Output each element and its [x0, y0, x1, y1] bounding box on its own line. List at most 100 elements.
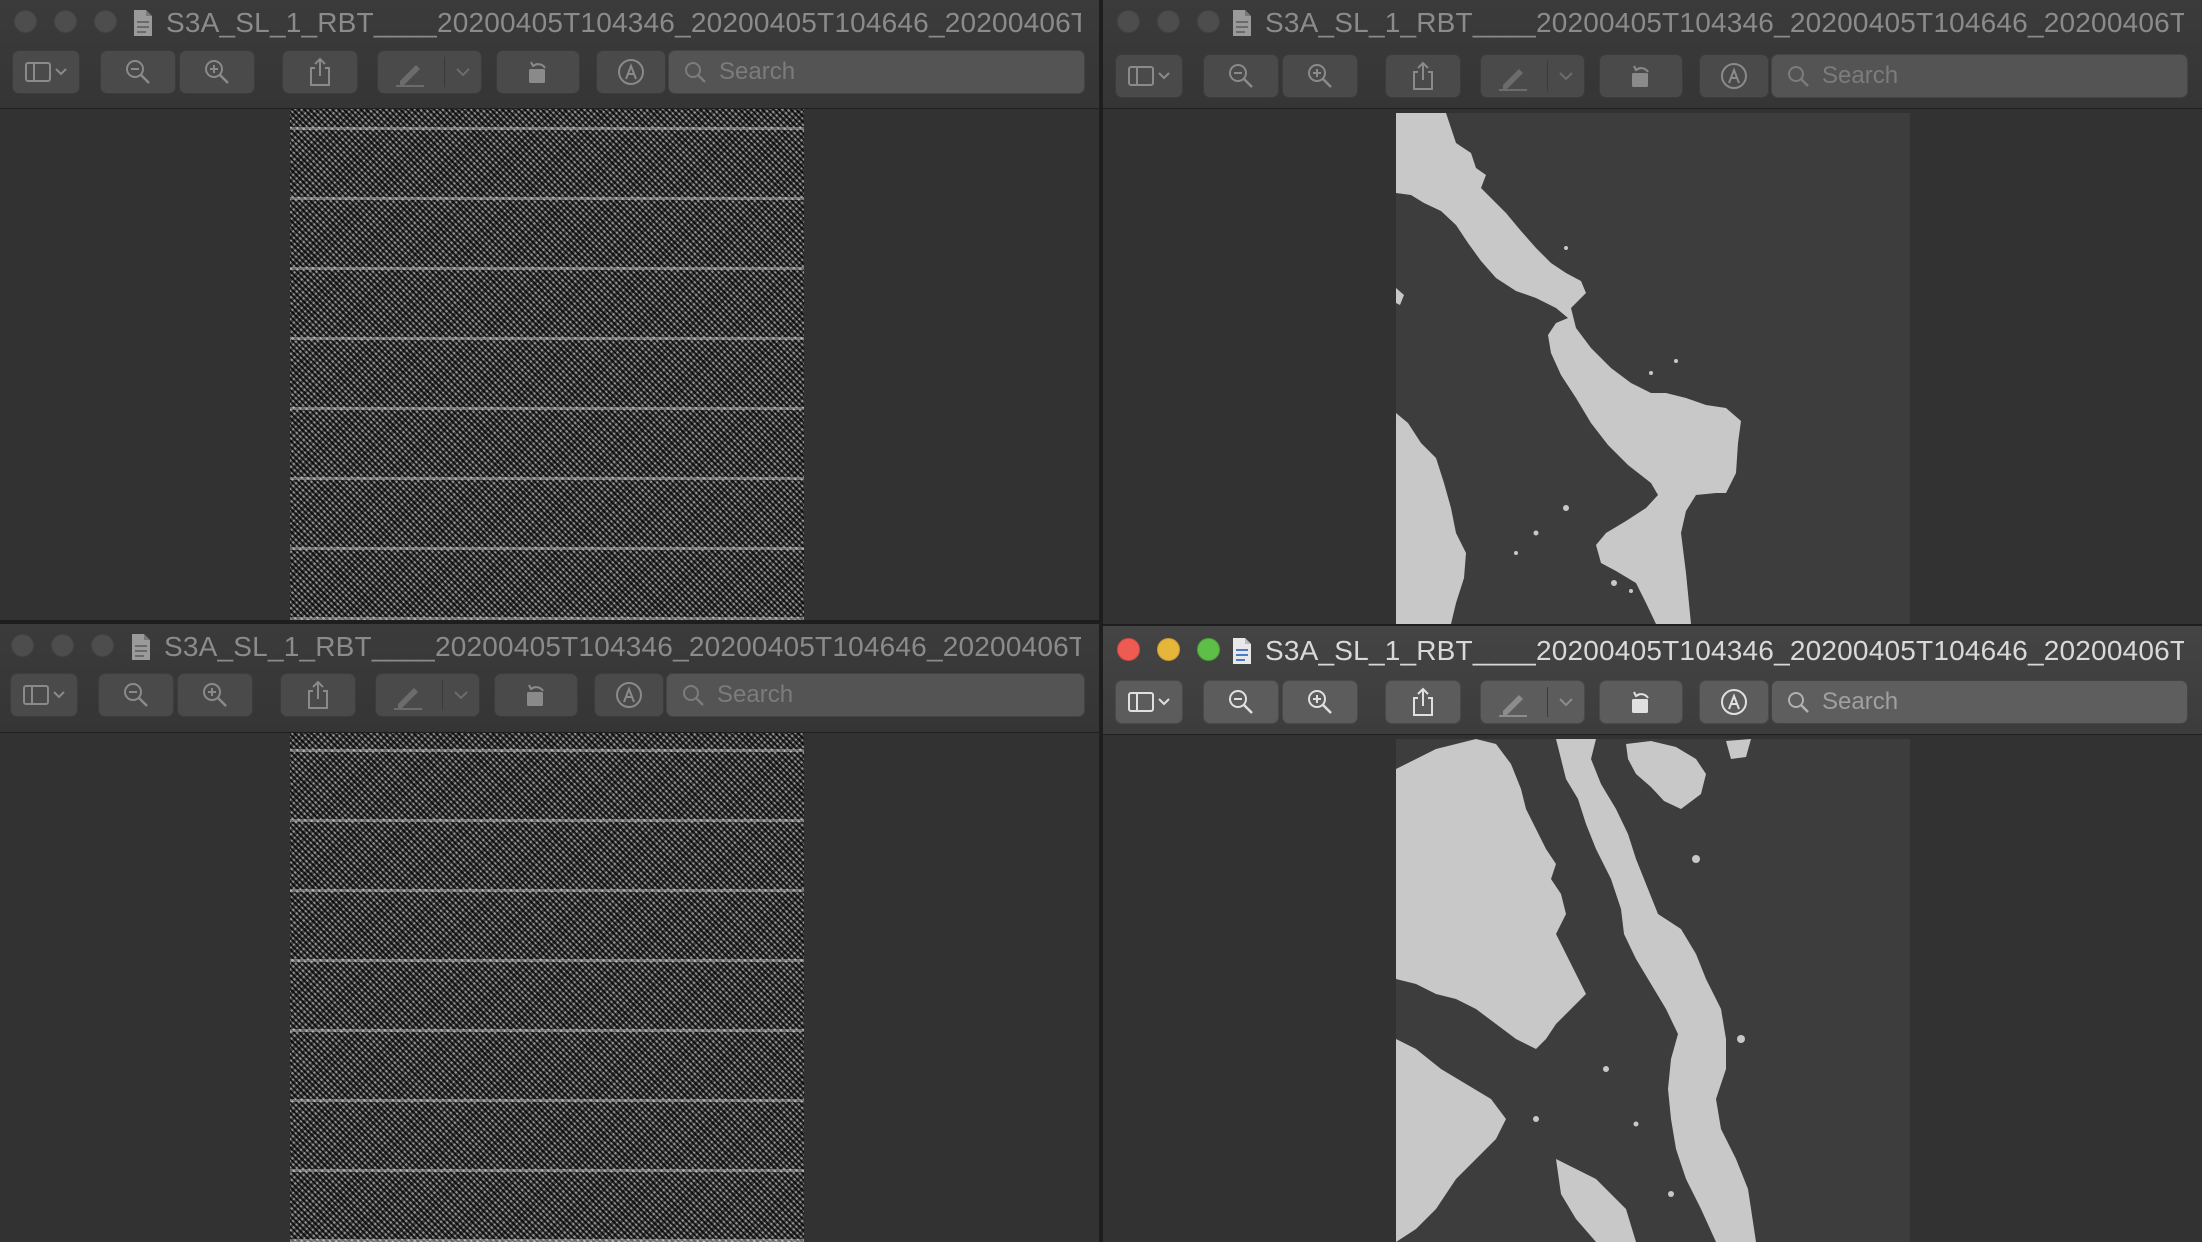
- sidebar-toggle-button[interactable]: [1115, 680, 1183, 724]
- annotate-button[interactable]: [594, 673, 664, 717]
- chevron-down-icon[interactable]: [1557, 695, 1575, 709]
- share-icon: [1413, 61, 1433, 90]
- minimize-button[interactable]: [1157, 638, 1180, 661]
- window-title: S3A_SL_1_RBT____20200405T104346_20200405…: [166, 7, 1081, 38]
- zoom-in-button[interactable]: [177, 673, 253, 717]
- sidebar-icon: [25, 62, 67, 82]
- search-field[interactable]: Search: [668, 50, 1085, 94]
- toolbar: Search: [12, 50, 1085, 94]
- title-bar[interactable]: S3A_SL_1_RBT____20200405T104346_20200405…: [1103, 0, 2202, 109]
- zoom-in-button[interactable]: [1282, 680, 1358, 724]
- search-placeholder: Search: [1822, 688, 1899, 715]
- search-field[interactable]: Search: [666, 673, 1085, 717]
- close-button[interactable]: [11, 634, 34, 657]
- document-view[interactable]: [0, 733, 1099, 1242]
- toolbar: Search: [1115, 680, 2188, 724]
- annotate-button[interactable]: [1699, 680, 1769, 724]
- preview-window-top-left[interactable]: S3A_SL_1_RBT____20200405T104346_20200405…: [0, 0, 1099, 620]
- sidebar-icon: [1128, 66, 1170, 86]
- traffic-lights: [1117, 10, 1220, 33]
- share-button[interactable]: [1385, 54, 1461, 98]
- zoom-out-icon: [1229, 64, 1253, 88]
- share-button[interactable]: [282, 50, 358, 94]
- markup-button[interactable]: [1480, 680, 1585, 724]
- document-view[interactable]: [1103, 739, 2202, 1242]
- rotate-icon: [1632, 691, 1649, 713]
- maximize-button[interactable]: [1197, 10, 1220, 33]
- traffic-lights: [11, 634, 114, 657]
- document-view[interactable]: [0, 109, 1099, 620]
- zoom-in-button[interactable]: [179, 50, 255, 94]
- share-button[interactable]: [1385, 680, 1461, 724]
- zoom-out-button[interactable]: [1203, 680, 1279, 724]
- annotate-icon: [618, 59, 644, 85]
- preview-window-bottom-left[interactable]: S3A_SL_1_RBT____20200405T104346_20200405…: [0, 624, 1099, 1242]
- sidebar-toggle-button[interactable]: [1115, 54, 1183, 98]
- share-button[interactable]: [280, 673, 356, 717]
- rotate-icon: [527, 684, 544, 706]
- rotate-icon: [1632, 65, 1649, 87]
- traffic-lights: [1117, 638, 1220, 661]
- minimize-button[interactable]: [54, 10, 77, 33]
- share-icon: [310, 57, 330, 86]
- markup-pen-icon: [394, 688, 422, 710]
- markup-pen-icon: [396, 65, 424, 87]
- markup-button[interactable]: [377, 50, 482, 94]
- close-button[interactable]: [14, 10, 37, 33]
- annotate-button[interactable]: [596, 50, 666, 94]
- desktop: S3A_SL_1_RBT____20200405T104346_20200405…: [0, 0, 2202, 1242]
- title-bar[interactable]: S3A_SL_1_RBT____20200405T104346_20200405…: [1103, 626, 2202, 735]
- preview-window-bottom-right[interactable]: S3A_SL_1_RBT____20200405T104346_20200405…: [1103, 626, 2202, 1242]
- minimize-button[interactable]: [51, 634, 74, 657]
- zoom-out-button[interactable]: [98, 673, 174, 717]
- chevron-down-icon[interactable]: [454, 65, 472, 79]
- search-field[interactable]: Search: [1771, 54, 2188, 98]
- noise-image: [290, 733, 804, 1242]
- sidebar-icon: [1128, 692, 1170, 712]
- document-icon: [132, 634, 150, 660]
- rotate-button[interactable]: [1599, 54, 1683, 98]
- close-button[interactable]: [1117, 10, 1140, 33]
- maximize-button[interactable]: [91, 634, 114, 657]
- annotate-icon: [616, 682, 642, 708]
- maximize-button[interactable]: [1197, 638, 1220, 661]
- annotate-icon: [1721, 689, 1747, 715]
- close-button[interactable]: [1117, 638, 1140, 661]
- zoom-in-icon: [1308, 64, 1332, 88]
- maximize-button[interactable]: [94, 10, 117, 33]
- markup-button[interactable]: [375, 673, 480, 717]
- search-icon: [683, 685, 704, 706]
- annotate-button[interactable]: [1699, 54, 1769, 98]
- window-title: S3A_SL_1_RBT____20200405T104346_20200405…: [164, 631, 1081, 662]
- traffic-lights: [14, 10, 117, 33]
- search-icon: [1788, 66, 1809, 87]
- minimize-button[interactable]: [1157, 10, 1180, 33]
- toolbar: Search: [1115, 54, 2188, 98]
- search-field[interactable]: Search: [1771, 680, 2188, 724]
- chevron-down-icon[interactable]: [452, 688, 470, 702]
- zoom-out-button[interactable]: [100, 50, 176, 94]
- window-title: S3A_SL_1_RBT____20200405T104346_20200405…: [1265, 635, 2184, 666]
- rotate-button[interactable]: [496, 50, 580, 94]
- rotate-button[interactable]: [494, 673, 578, 717]
- title-bar[interactable]: S3A_SL_1_RBT____20200405T104346_20200405…: [0, 624, 1099, 733]
- document-icon: [134, 10, 152, 36]
- zoom-in-button[interactable]: [1282, 54, 1358, 98]
- markup-pen-icon: [1499, 695, 1527, 717]
- zoom-out-icon: [126, 60, 150, 84]
- markup-button[interactable]: [1480, 54, 1585, 98]
- search-icon: [1788, 692, 1809, 713]
- document-view[interactable]: [1103, 113, 2202, 624]
- sidebar-toggle-button[interactable]: [12, 50, 80, 94]
- zoom-out-icon: [124, 683, 148, 707]
- sidebar-icon: [23, 685, 65, 705]
- rotate-icon: [529, 61, 546, 83]
- title-bar[interactable]: S3A_SL_1_RBT____20200405T104346_20200405…: [0, 0, 1099, 109]
- zoom-out-button[interactable]: [1203, 54, 1279, 98]
- sidebar-toggle-button[interactable]: [10, 673, 78, 717]
- chevron-down-icon[interactable]: [1557, 69, 1575, 83]
- preview-window-top-right[interactable]: S3A_SL_1_RBT____20200405T104346_20200405…: [1103, 0, 2202, 624]
- rotate-button[interactable]: [1599, 680, 1683, 724]
- share-icon: [1413, 687, 1433, 716]
- cloud-mask-image: [1396, 739, 1910, 1242]
